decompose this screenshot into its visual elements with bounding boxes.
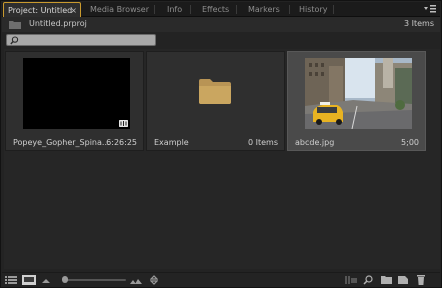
find-icon[interactable] <box>363 275 373 285</box>
project-items-grid: Popeye_Gopher_Spina... 6:26:25 Example 0… <box>4 49 440 269</box>
tab-close-icon[interactable]: × <box>70 3 77 18</box>
trash-icon[interactable] <box>416 275 426 285</box>
tab-info[interactable]: Info <box>167 2 182 17</box>
new-bin-icon[interactable] <box>381 275 392 285</box>
zoom-in-icon[interactable] <box>130 275 142 285</box>
tab-effects[interactable]: Effects <box>202 2 229 17</box>
tab-project[interactable]: Project: Untitled × <box>3 2 81 17</box>
project-folder-icon <box>9 21 21 29</box>
tab-history-label: History <box>299 5 328 14</box>
list-view-icon[interactable] <box>5 275 17 285</box>
project-panel: Project: Untitled × Media Browser Info E… <box>0 0 442 288</box>
item-duration: 6:26:25 <box>106 138 137 147</box>
item-name: abcde.jpg <box>295 138 335 147</box>
tab-info-label: Info <box>167 5 183 14</box>
street-photo-thumbnail <box>305 58 412 129</box>
item-name: Example <box>154 138 189 147</box>
search-input[interactable] <box>21 35 151 45</box>
automate-to-sequence-icon[interactable] <box>345 275 357 285</box>
item-thumbnail <box>305 58 412 129</box>
project-info-row: Untitled.prproj 3 Items <box>2 17 440 32</box>
project-item-bin[interactable]: Example 0 Items <box>146 51 285 151</box>
tab-markers[interactable]: Markers <box>248 2 280 17</box>
search-icon[interactable] <box>10 36 19 45</box>
project-item-count: 3 Items <box>403 19 434 28</box>
zoom-slider-handle[interactable] <box>62 276 69 283</box>
tab-effects-label: Effects <box>202 5 230 14</box>
tab-divider <box>236 5 237 14</box>
project-item-sequence[interactable]: Popeye_Gopher_Spina... 6:26:25 <box>5 51 144 151</box>
tab-divider <box>333 5 334 14</box>
panel-bottom-toolbar <box>2 272 440 287</box>
tab-history[interactable]: History <box>299 2 327 17</box>
tab-divider <box>154 5 155 14</box>
zoom-slider-track[interactable] <box>62 279 126 281</box>
tab-markers-label: Markers <box>248 5 280 14</box>
panel-menu-icon[interactable] <box>423 4 437 14</box>
search-field[interactable] <box>6 34 156 46</box>
item-count: 0 Items <box>247 138 278 147</box>
project-file-name: Untitled.prproj <box>29 19 87 28</box>
sequence-badge-icon <box>119 120 128 127</box>
panel-tab-bar: Project: Untitled × Media Browser Info E… <box>2 2 440 17</box>
tab-media-browser[interactable]: Media Browser <box>90 2 149 17</box>
zoom-out-icon[interactable] <box>42 275 50 285</box>
tab-divider <box>289 5 290 14</box>
new-item-icon[interactable] <box>398 275 409 285</box>
bin-folder-icon <box>199 79 231 104</box>
tab-divider <box>190 5 191 14</box>
item-name: Popeye_Gopher_Spina... <box>13 138 110 147</box>
item-thumbnail <box>23 58 130 129</box>
tab-media-browser-label: Media Browser <box>90 5 149 14</box>
icon-view-icon[interactable] <box>22 275 36 285</box>
sort-icon[interactable] <box>150 275 158 285</box>
project-item-still[interactable]: abcde.jpg 5;00 <box>287 51 426 151</box>
tab-project-label: Project: Untitled <box>8 6 73 15</box>
item-duration: 5;00 <box>401 138 419 147</box>
